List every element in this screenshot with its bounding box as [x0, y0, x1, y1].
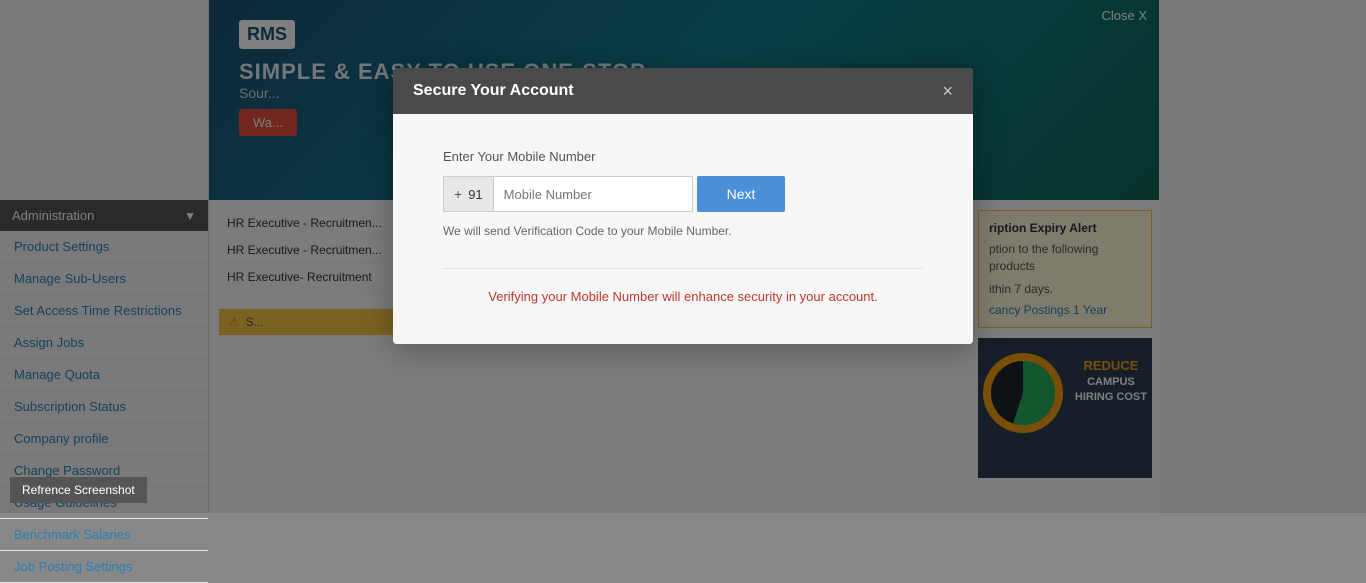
- mobile-input-label: Enter Your Mobile Number: [443, 149, 923, 164]
- reference-label: Refrence Screenshot: [10, 477, 147, 503]
- next-button[interactable]: Next: [697, 176, 786, 212]
- modal-title: Secure Your Account: [413, 82, 574, 100]
- mobile-input-row: + 91 Next: [443, 176, 923, 212]
- country-code: 91: [468, 187, 482, 202]
- secure-account-modal: Secure Your Account × Enter Your Mobile …: [393, 68, 973, 344]
- security-message: Verifying your Mobile Number will enhanc…: [443, 268, 923, 304]
- sidebar-item-job-posting-settings[interactable]: Job Posting Settings: [0, 551, 208, 583]
- modal-close-button[interactable]: ×: [942, 82, 953, 100]
- verify-hint: We will send Verification Code to your M…: [443, 224, 923, 238]
- modal-body: Enter Your Mobile Number + 91 Next We wi…: [393, 114, 973, 344]
- country-code-box: + 91: [443, 176, 493, 212]
- mobile-number-input[interactable]: [493, 176, 693, 212]
- plus-sign: +: [454, 186, 462, 202]
- sidebar-item-benchmark-salaries[interactable]: Benchmark Salaries: [0, 519, 208, 551]
- modal-header: Secure Your Account ×: [393, 68, 973, 114]
